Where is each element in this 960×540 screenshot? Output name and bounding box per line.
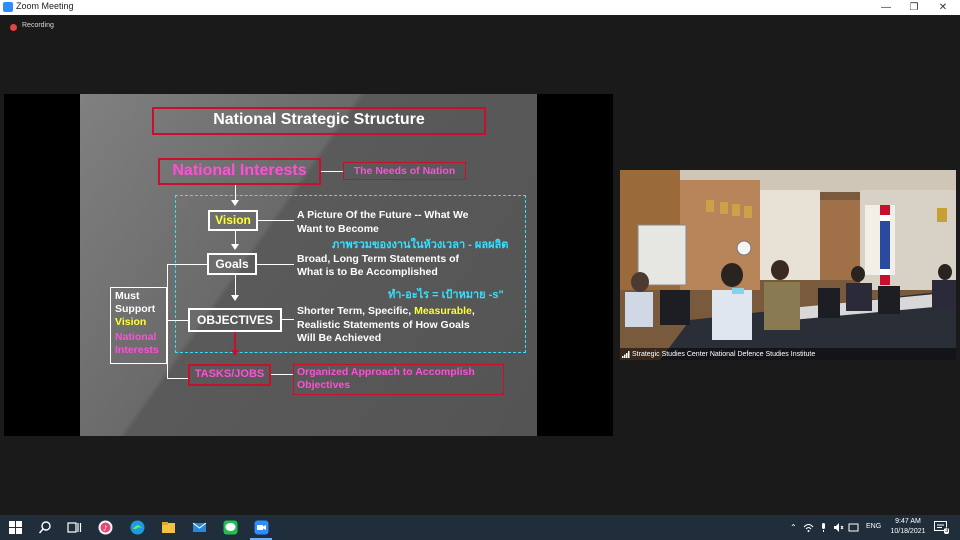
maximize-button[interactable]: ❐ bbox=[899, 0, 929, 15]
must-label: Must bbox=[115, 290, 140, 302]
svg-text:♪: ♪ bbox=[103, 525, 107, 533]
close-button[interactable]: ✕ bbox=[928, 0, 958, 15]
window-title: Zoom Meeting bbox=[16, 1, 74, 11]
line-app-icon[interactable] bbox=[223, 520, 238, 535]
file-explorer-icon[interactable] bbox=[161, 520, 176, 535]
zoom-taskbar-icon[interactable] bbox=[254, 520, 269, 535]
language-indicator[interactable]: ENG bbox=[866, 523, 881, 530]
task-view-icon[interactable] bbox=[67, 520, 82, 535]
vision-label: Vision bbox=[215, 213, 251, 227]
clock-time[interactable]: 9:47 AM bbox=[890, 518, 926, 525]
national-word-label: National bbox=[115, 331, 157, 343]
minimize-button[interactable]: — bbox=[871, 0, 901, 15]
edge-browser-icon[interactable] bbox=[130, 520, 145, 535]
tasks-description-1: Organized Approach to Accomplish bbox=[297, 366, 475, 378]
speaker-icon[interactable] bbox=[833, 522, 844, 533]
itunes-icon[interactable]: ♪ bbox=[98, 520, 113, 535]
needs-label: The Needs of Nation bbox=[353, 165, 456, 177]
national-interests-label: National Interests bbox=[172, 162, 307, 179]
taskbar: ♪ ⌃ ENG 9:47 AM 10/18/2021 3 bbox=[0, 515, 960, 540]
search-icon[interactable] bbox=[38, 520, 53, 535]
participant-name: Strategic Studies Center National Defenc… bbox=[632, 351, 816, 358]
windows-start-icon[interactable] bbox=[8, 520, 23, 535]
vision-thai-note: ภาพรวมของงานในห้วงเวลา - ผลผลิต bbox=[332, 239, 509, 251]
slide-title: National Strategic Structure bbox=[213, 111, 425, 128]
recording-label: Recording bbox=[22, 22, 54, 29]
objectives-description-3: Will Be Achieved bbox=[297, 332, 382, 344]
mail-icon[interactable] bbox=[192, 520, 207, 535]
objectives-description-1: Shorter Term, Specific, Measurable, bbox=[297, 305, 475, 317]
show-hidden-icons[interactable]: ⌃ bbox=[790, 523, 797, 532]
goals-label: Goals bbox=[215, 257, 249, 271]
tasks-label: TASKS/JOBS bbox=[194, 368, 265, 380]
tasks-description-2: Objectives bbox=[297, 379, 351, 391]
vision-word-label: Vision bbox=[115, 316, 147, 328]
signal-strength-icon bbox=[622, 351, 630, 358]
interests-word-label: Interests bbox=[115, 344, 159, 356]
meeting-room-image bbox=[620, 170, 956, 360]
presentation-slide: National Strategic Structure National In… bbox=[80, 94, 537, 436]
vision-description-1: A Picture Of the Future -- What We bbox=[297, 209, 469, 221]
goals-description-1: Broad, Long Term Statements of bbox=[297, 253, 459, 265]
goals-thai-note: ทำ-อะไร = เป้าหมาย -s" bbox=[388, 289, 504, 301]
network-icon[interactable] bbox=[803, 522, 814, 533]
shared-screen: National Strategic Structure National In… bbox=[4, 94, 613, 436]
objectives-description-2: Realistic Statements of How Goals bbox=[297, 319, 470, 331]
notification-count: 3 bbox=[944, 528, 950, 534]
ime-icon[interactable] bbox=[848, 522, 859, 533]
clock-date[interactable]: 10/18/2021 bbox=[886, 528, 930, 535]
objectives-label: OBJECTIVES bbox=[196, 313, 274, 327]
zoom-app-icon bbox=[3, 2, 13, 12]
participant-video[interactable]: Strategic Studies Center National Defenc… bbox=[620, 170, 956, 360]
support-label: Support bbox=[115, 303, 156, 315]
title-bar: Zoom Meeting — ❐ ✕ bbox=[0, 0, 960, 15]
record-icon bbox=[10, 24, 17, 31]
microphone-icon[interactable] bbox=[818, 522, 829, 533]
vision-description-2: Want to Become bbox=[297, 223, 379, 235]
goals-description-2: What is to Be Accomplished bbox=[297, 266, 438, 278]
